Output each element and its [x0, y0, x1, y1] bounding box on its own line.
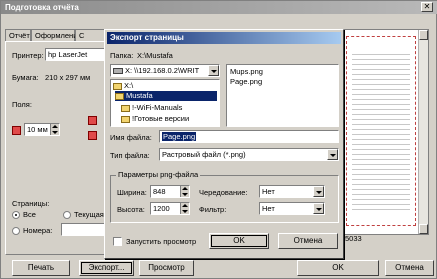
- pages-numbers-label: Номера:: [23, 226, 53, 235]
- pages-current-label: Текущая: [74, 210, 104, 219]
- drive-select[interactable]: X: \\192.168.0.2\WRIT: [110, 64, 220, 77]
- filename-label: Имя файла:: [110, 133, 152, 142]
- filter-label: Фильтр:: [199, 205, 227, 214]
- tree-item-label: X:\: [124, 81, 134, 90]
- tab-report-label: Отчёт: [9, 31, 30, 40]
- filename-input[interactable]: Page.png: [159, 130, 339, 143]
- pages-all-label: Все: [23, 210, 36, 219]
- scroll-up-arrow[interactable]: [419, 30, 428, 40]
- filetype-dropdown-arrow[interactable]: [327, 149, 338, 160]
- dialog-title: Экспорт страницы: [110, 33, 184, 42]
- pages-current-radio[interactable]: [63, 211, 71, 219]
- close-button[interactable]: ✕: [421, 2, 433, 12]
- drive-icon: [113, 68, 123, 75]
- tab-extra-label: С: [79, 31, 85, 40]
- file-list[interactable]: Mups.png Page.png: [226, 64, 339, 127]
- margin-left-value: 10 мм: [27, 125, 48, 134]
- export-page-dialog: Экспорт страницы Папка: X:\Mustafa X: \\…: [104, 29, 344, 259]
- preview-scrollbar[interactable]: [418, 30, 428, 234]
- tree-item-ready-versions[interactable]: !Готовые версии: [121, 114, 189, 124]
- main-title-bar: Подготовка отчёта: [1, 1, 437, 14]
- margin-left-input[interactable]: 10 мм: [24, 123, 60, 136]
- print-button[interactable]: Печать: [12, 260, 70, 276]
- folder-open-icon: [115, 92, 124, 100]
- filename-value: Page.png: [162, 132, 197, 141]
- preview-button[interactable]: Просмотр: [139, 260, 194, 276]
- folder-icon: [121, 115, 130, 123]
- folder-label: Папка:: [110, 51, 134, 60]
- pages-numbers-input[interactable]: [61, 223, 105, 236]
- close-icon: ✕: [423, 2, 431, 11]
- tree-item-label: Mustafa: [126, 91, 153, 100]
- pages-label: Страницы:: [12, 199, 50, 208]
- interlace-value: Нет: [262, 187, 275, 196]
- scroll-down-arrow[interactable]: [419, 224, 428, 234]
- height-spin[interactable]: [180, 203, 189, 214]
- file-item[interactable]: Mups.png: [230, 67, 263, 76]
- folder-path: X:\Mustafa: [137, 51, 173, 60]
- width-value: 848: [153, 187, 166, 196]
- margin-left-icon: [12, 126, 21, 135]
- drive-value: X: \\192.168.0.2\WRIT: [125, 66, 200, 75]
- height-label: Высота:: [117, 205, 145, 214]
- export-button[interactable]: Экспорт...: [79, 260, 134, 276]
- paper-label: Бумага:: [12, 73, 39, 82]
- tree-item-root[interactable]: X:\: [113, 81, 133, 91]
- height-input[interactable]: 1200: [150, 202, 190, 215]
- tab-report[interactable]: Отчёт: [5, 29, 31, 41]
- dialog-ok-button[interactable]: OK: [209, 233, 269, 249]
- filetype-select[interactable]: Растровый файл (*.png): [159, 148, 339, 161]
- filetype-value: Растровый файл (*.png): [162, 150, 246, 159]
- drive-dropdown-arrow[interactable]: [208, 65, 219, 76]
- margin-left-spin[interactable]: [50, 124, 59, 135]
- file-item[interactable]: Page.png: [230, 77, 262, 86]
- printer-select[interactable]: hp LaserJet: [45, 48, 105, 61]
- tab-design[interactable]: Оформление: [31, 29, 82, 41]
- width-input[interactable]: 848: [150, 185, 190, 198]
- dialog-cancel-button[interactable]: Отмена: [278, 233, 338, 249]
- preview-content: [352, 50, 410, 210]
- folder-tree[interactable]: X:\ Mustafa !-WiFi-Manuals !Готовые верс…: [110, 79, 220, 127]
- main-window-title: Подготовка отчёта: [5, 3, 79, 12]
- filter-value: Нет: [262, 204, 275, 213]
- partial-value: 5033: [345, 234, 362, 243]
- page-preview: [339, 29, 429, 235]
- margin-bottom-icon: [88, 131, 97, 140]
- folder-icon: [121, 104, 130, 112]
- dialog-title-bar: Экспорт страницы: [107, 32, 341, 44]
- tree-item-mustafa[interactable]: Mustafa: [115, 91, 217, 101]
- ok-button[interactable]: OK: [297, 260, 379, 276]
- pages-numbers-radio[interactable]: [12, 227, 20, 235]
- filter-select[interactable]: Нет: [259, 202, 325, 215]
- interlace-select[interactable]: Нет: [259, 185, 325, 198]
- tab-extra[interactable]: С: [75, 29, 105, 41]
- filter-dropdown-arrow[interactable]: [313, 203, 324, 214]
- width-label: Ширина:: [117, 188, 147, 197]
- interlace-dropdown-arrow[interactable]: [313, 186, 324, 197]
- width-spin[interactable]: [180, 186, 189, 197]
- margins-label: Поля:: [12, 100, 32, 109]
- launch-preview-checkbox[interactable]: [113, 237, 122, 246]
- png-params-group: [110, 175, 339, 223]
- printer-label: Принтер:: [12, 51, 44, 60]
- pages-all-radio[interactable]: [12, 211, 20, 219]
- filetype-label: Тип файла:: [110, 151, 150, 160]
- tree-item-wifi-manuals[interactable]: !-WiFi-Manuals: [121, 103, 182, 113]
- cancel-button[interactable]: Отмена: [385, 260, 434, 276]
- folder-icon: [113, 82, 122, 90]
- png-params-label: Параметры png-файла: [116, 170, 201, 179]
- tree-item-label: !Готовые версии: [132, 114, 190, 123]
- interlace-label: Чередование:: [199, 188, 248, 197]
- paper-value: 210 x 297 мм: [45, 73, 91, 82]
- launch-preview-label: Запустить просмотр: [126, 237, 197, 246]
- tree-item-label: !-WiFi-Manuals: [132, 103, 183, 112]
- height-value: 1200: [153, 204, 170, 213]
- margin-top-icon: [88, 116, 97, 125]
